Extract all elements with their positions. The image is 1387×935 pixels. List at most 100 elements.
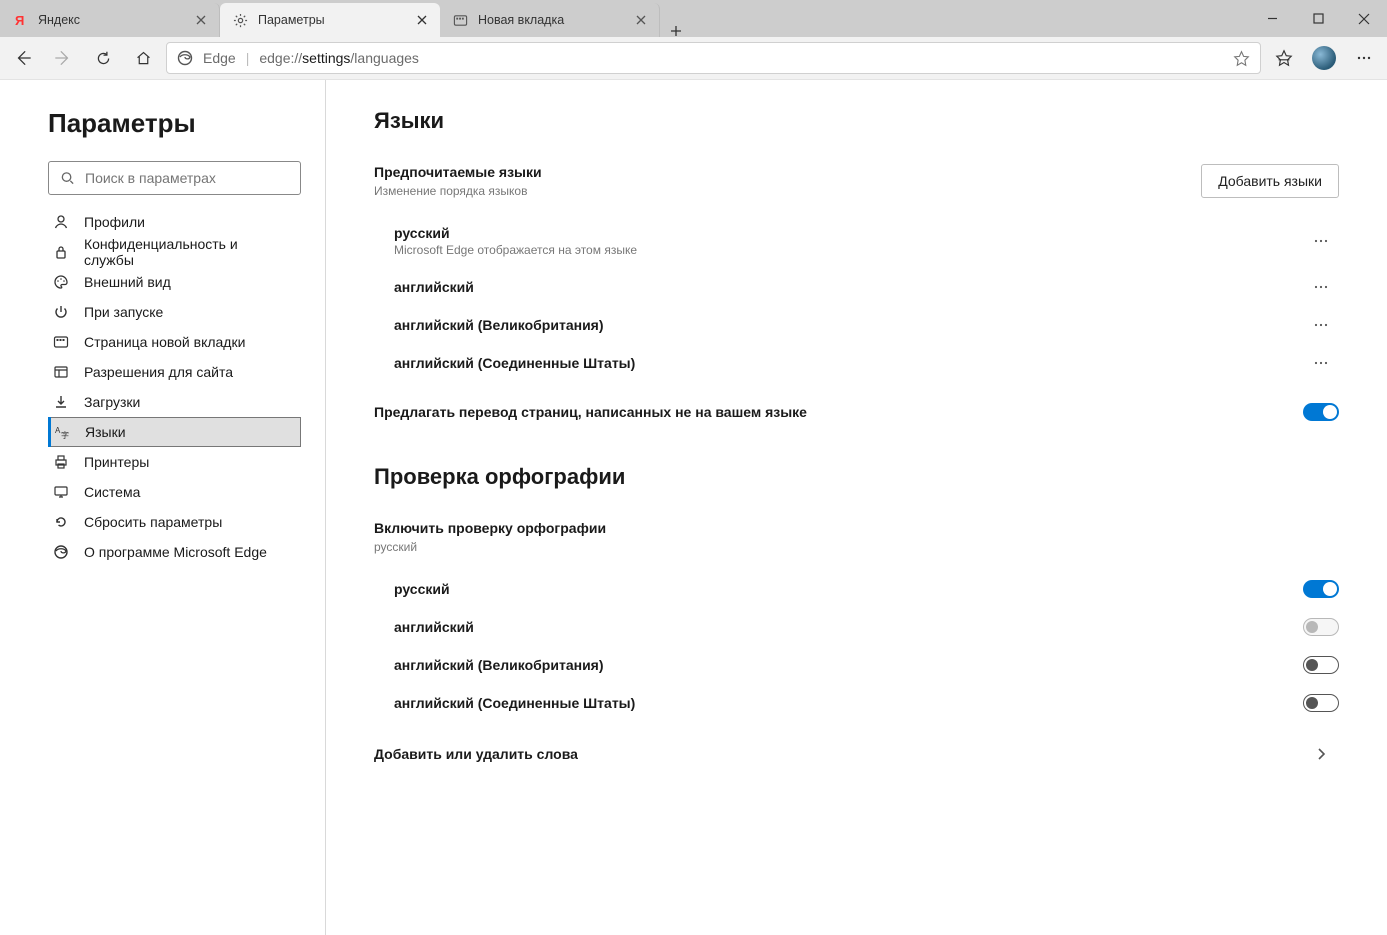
sidebar-item-label: Языки: [85, 424, 126, 440]
close-icon[interactable]: [414, 12, 430, 28]
spellcheck-enable-title: Включить проверку орфографии: [374, 520, 1339, 536]
search-input[interactable]: [48, 161, 301, 195]
sidebar-item-label: Конфиденциальность и службы: [84, 236, 291, 268]
more-button[interactable]: [1347, 41, 1381, 75]
language-name: русский: [394, 225, 637, 241]
favorite-star-icon[interactable]: [1233, 50, 1250, 67]
spellcheck-toggle[interactable]: [1303, 656, 1339, 674]
spellcheck-enable-header: Включить проверку орфографии русский: [374, 520, 1339, 554]
offer-translate-label: Предлагать перевод страниц, написанных н…: [374, 404, 807, 420]
language-icon: A字: [53, 424, 71, 440]
language-name: английский (Великобритания): [394, 317, 604, 333]
profile-icon: [52, 214, 70, 230]
sidebar-item-downloads[interactable]: Загрузки: [48, 387, 301, 417]
edge-icon: [177, 50, 193, 66]
sidebar-search: [48, 161, 301, 195]
reset-icon: [52, 514, 70, 530]
language-row: русский Microsoft Edge отображается на э…: [374, 214, 1339, 268]
section-title-spellcheck: Проверка орфографии: [374, 464, 1339, 490]
svg-text:字: 字: [61, 430, 69, 440]
spellcheck-toggle[interactable]: [1303, 694, 1339, 712]
edge-icon: [52, 544, 70, 560]
toolbar: Edge | edge://settings/languages: [0, 37, 1387, 80]
sidebar-item-label: Разрешения для сайта: [84, 364, 233, 380]
sidebar-item-reset[interactable]: Сбросить параметры: [48, 507, 301, 537]
refresh-button[interactable]: [86, 41, 120, 75]
maximize-button[interactable]: [1295, 0, 1341, 37]
preferred-languages-sub: Изменение порядка языков: [374, 184, 542, 198]
ntp-icon: [52, 334, 70, 350]
more-icon[interactable]: [1303, 223, 1339, 259]
settings-sidebar: Параметры Профили Конфиденциальность и с…: [0, 80, 326, 935]
offer-translate-row: Предлагать перевод страниц, написанных н…: [374, 394, 1339, 430]
manage-words-label: Добавить или удалить слова: [374, 746, 578, 762]
printer-icon: [52, 454, 70, 470]
tab-label: Параметры: [258, 13, 404, 27]
sidebar-item-label: Принтеры: [84, 454, 149, 470]
content: Параметры Профили Конфиденциальность и с…: [0, 80, 1387, 935]
chevron-right-icon: [1303, 736, 1339, 772]
sidebar-item-label: Загрузки: [84, 394, 140, 410]
close-window-button[interactable]: [1341, 0, 1387, 37]
sidebar-item-onstartup[interactable]: При запуске: [48, 297, 301, 327]
close-icon[interactable]: [633, 12, 649, 28]
search-icon: [60, 171, 75, 186]
manage-words-row[interactable]: Добавить или удалить слова: [374, 736, 1339, 772]
separator: |: [246, 50, 250, 66]
language-row: английский (Великобритания): [374, 306, 1339, 344]
spellcheck-row: английский (Великобритания): [374, 646, 1339, 684]
permissions-icon: [52, 364, 70, 380]
more-icon[interactable]: [1303, 345, 1339, 381]
sidebar-item-sitepermissions[interactable]: Разрешения для сайта: [48, 357, 301, 387]
tab-newtabpage[interactable]: Новая вкладка: [440, 3, 660, 37]
spellcheck-toggle[interactable]: [1303, 580, 1339, 598]
gear-icon: [232, 12, 248, 28]
spellcheck-lang-name: русский: [394, 581, 450, 597]
tab-label: Новая вкладка: [478, 13, 623, 27]
avatar: [1312, 46, 1336, 70]
sidebar-item-about[interactable]: О программе Microsoft Edge: [48, 537, 301, 567]
section-title-languages: Языки: [374, 108, 1339, 134]
settings-nav: Профили Конфиденциальность и службы Внеш…: [48, 207, 301, 567]
yandex-icon: Я: [12, 12, 28, 28]
home-button[interactable]: [126, 41, 160, 75]
sidebar-item-privacy[interactable]: Конфиденциальность и службы: [48, 237, 301, 267]
add-languages-button[interactable]: Добавить языки: [1201, 164, 1339, 198]
favorites-button[interactable]: [1267, 41, 1301, 75]
tab-yandex[interactable]: Я Яндекс: [0, 3, 220, 37]
sidebar-item-system[interactable]: Система: [48, 477, 301, 507]
sidebar-item-label: При запуске: [84, 304, 163, 320]
sidebar-item-printers[interactable]: Принтеры: [48, 447, 301, 477]
sidebar-item-profiles[interactable]: Профили: [48, 207, 301, 237]
new-tab-button[interactable]: [660, 25, 692, 37]
forward-button[interactable]: [46, 41, 80, 75]
spellcheck-lang-name: английский (Соединенные Штаты): [394, 695, 635, 711]
spellcheck-row: английский (Соединенные Штаты): [374, 684, 1339, 722]
spellcheck-lang-name: английский: [394, 619, 474, 635]
more-icon[interactable]: [1303, 307, 1339, 343]
minimize-button[interactable]: [1249, 0, 1295, 37]
sidebar-item-newtabpage[interactable]: Страница новой вкладки: [48, 327, 301, 357]
url-text: edge://settings/languages: [259, 50, 419, 66]
tab-settings[interactable]: Параметры: [220, 3, 440, 37]
more-icon[interactable]: [1303, 269, 1339, 305]
ntp-icon: [452, 12, 468, 28]
address-bar[interactable]: Edge | edge://settings/languages: [166, 42, 1261, 74]
profile-button[interactable]: [1307, 41, 1341, 75]
sidebar-item-label: Внешний вид: [84, 274, 171, 290]
close-icon[interactable]: [193, 12, 209, 28]
sidebar-item-label: Профили: [84, 214, 145, 230]
sidebar-item-appearance[interactable]: Внешний вид: [48, 267, 301, 297]
settings-main: Языки Предпочитаемые языки Изменение пор…: [326, 80, 1387, 935]
sidebar-item-label: О программе Microsoft Edge: [84, 544, 267, 560]
sidebar-item-label: Страница новой вкладки: [84, 334, 245, 350]
offer-translate-toggle[interactable]: [1303, 403, 1339, 421]
sidebar-item-label: Система: [84, 484, 140, 500]
preferred-languages-title: Предпочитаемые языки: [374, 164, 542, 180]
back-button[interactable]: [6, 41, 40, 75]
spellcheck-lang-name: английский (Великобритания): [394, 657, 604, 673]
sidebar-item-languages[interactable]: A字 Языки: [48, 417, 301, 447]
spellcheck-row: английский: [374, 608, 1339, 646]
system-icon: [52, 484, 70, 500]
language-sub: Microsoft Edge отображается на этом язык…: [394, 243, 637, 257]
